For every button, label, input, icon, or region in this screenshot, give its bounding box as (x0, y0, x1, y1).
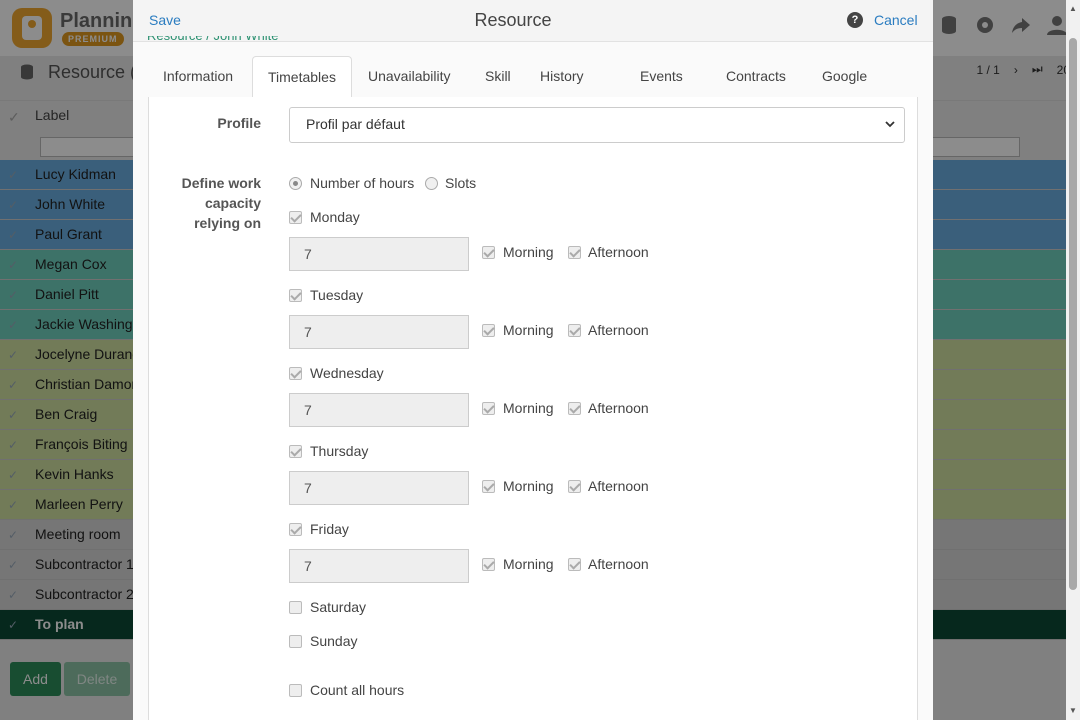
friday-checkbox[interactable] (289, 523, 302, 536)
tab-history[interactable]: History (525, 56, 599, 98)
dialog-header: Save Resource ? Cancel (133, 0, 933, 42)
capacity-label: Define work capacity relying on (149, 173, 261, 233)
monday-afternoon-label[interactable]: Afternoon (588, 243, 649, 261)
wednesday-label[interactable]: Wednesday (310, 364, 384, 382)
wednesday-morning-label[interactable]: Morning (503, 399, 554, 417)
slots-radio[interactable] (425, 177, 438, 190)
saturday-checkbox[interactable] (289, 601, 302, 614)
thursday-hours-input[interactable]: 7 (289, 471, 469, 505)
thursday-label[interactable]: Thursday (310, 442, 368, 460)
thursday-afternoon-checkbox[interactable] (568, 480, 581, 493)
scroll-down-icon[interactable]: ▼ (1069, 706, 1077, 715)
tab-bar: Information Timetables Unavailability Skill… (148, 56, 918, 124)
thursday-afternoon-label[interactable]: Afternoon (588, 477, 649, 495)
monday-afternoon-checkbox[interactable] (568, 246, 581, 259)
wednesday-morning-checkbox[interactable] (482, 402, 495, 415)
number-of-hours-label[interactable]: Number of hours (310, 174, 414, 192)
friday-label[interactable]: Friday (310, 520, 349, 538)
tab-events[interactable]: Events (625, 56, 698, 98)
wednesday-hours-input[interactable]: 7 (289, 393, 469, 427)
count-all-hours-label[interactable]: Count all hours (310, 681, 404, 699)
friday-morning-label[interactable]: Morning (503, 555, 554, 573)
monday-hours-input[interactable]: 7 (289, 237, 469, 271)
friday-afternoon-label[interactable]: Afternoon (588, 555, 649, 573)
profile-label: Profile (217, 115, 261, 131)
tab-contracts[interactable]: Contracts (711, 56, 801, 98)
friday-hours-input[interactable]: 7 (289, 549, 469, 583)
wednesday-afternoon-checkbox[interactable] (568, 402, 581, 415)
dialog-title: Resource (474, 10, 552, 30)
tuesday-afternoon-label[interactable]: Afternoon (588, 321, 649, 339)
profile-select[interactable]: Profil par défaut (289, 107, 905, 143)
sunday-label[interactable]: Sunday (310, 632, 357, 650)
help-icon[interactable]: ? (847, 12, 863, 28)
capacity-label-line-1: Define work (181, 175, 261, 191)
tab-timetables[interactable]: Timetables (252, 56, 352, 99)
tab-google-calendar[interactable]: Google Calendar (807, 56, 918, 124)
tab-unavailability[interactable]: Unavailability (353, 56, 465, 98)
chevron-down-icon (885, 121, 895, 128)
tuesday-morning-label[interactable]: Morning (503, 321, 554, 339)
friday-morning-checkbox[interactable] (482, 558, 495, 571)
scrollbar[interactable]: ▲ ▼ (1066, 0, 1080, 720)
thursday-checkbox[interactable] (289, 445, 302, 458)
monday-morning-label[interactable]: Morning (503, 243, 554, 261)
monday-checkbox[interactable] (289, 211, 302, 224)
resource-dialog: Save Resource ? Cancel Resource / John W… (133, 0, 933, 720)
tuesday-label[interactable]: Tuesday (310, 286, 363, 304)
tuesday-hours-input[interactable]: 7 (289, 315, 469, 349)
tab-skill[interactable]: Skill (470, 56, 526, 98)
tuesday-checkbox[interactable] (289, 289, 302, 302)
saturday-label[interactable]: Saturday (310, 598, 366, 616)
friday-afternoon-checkbox[interactable] (568, 558, 581, 571)
profile-value: Profil par défaut (306, 116, 405, 132)
monday-label[interactable]: Monday (310, 208, 360, 226)
wednesday-checkbox[interactable] (289, 367, 302, 380)
thursday-morning-checkbox[interactable] (482, 480, 495, 493)
capacity-label-line-2: capacity (204, 195, 261, 211)
capacity-label-line-3: relying on (194, 215, 261, 231)
monday-morning-checkbox[interactable] (482, 246, 495, 259)
tuesday-morning-checkbox[interactable] (482, 324, 495, 337)
count-all-hours-checkbox[interactable] (289, 684, 302, 697)
wednesday-afternoon-label[interactable]: Afternoon (588, 399, 649, 417)
tuesday-afternoon-checkbox[interactable] (568, 324, 581, 337)
scroll-up-icon[interactable]: ▲ (1069, 4, 1077, 13)
cancel-button[interactable]: Cancel (874, 12, 918, 28)
timetables-panel: Profile Profil par défaut Define work ca… (148, 97, 918, 720)
thursday-morning-label[interactable]: Morning (503, 477, 554, 495)
scrollbar-thumb[interactable] (1069, 38, 1077, 590)
sunday-checkbox[interactable] (289, 635, 302, 648)
tab-information[interactable]: Information (148, 56, 248, 98)
number-of-hours-radio[interactable] (289, 177, 302, 190)
slots-label[interactable]: Slots (445, 174, 476, 192)
